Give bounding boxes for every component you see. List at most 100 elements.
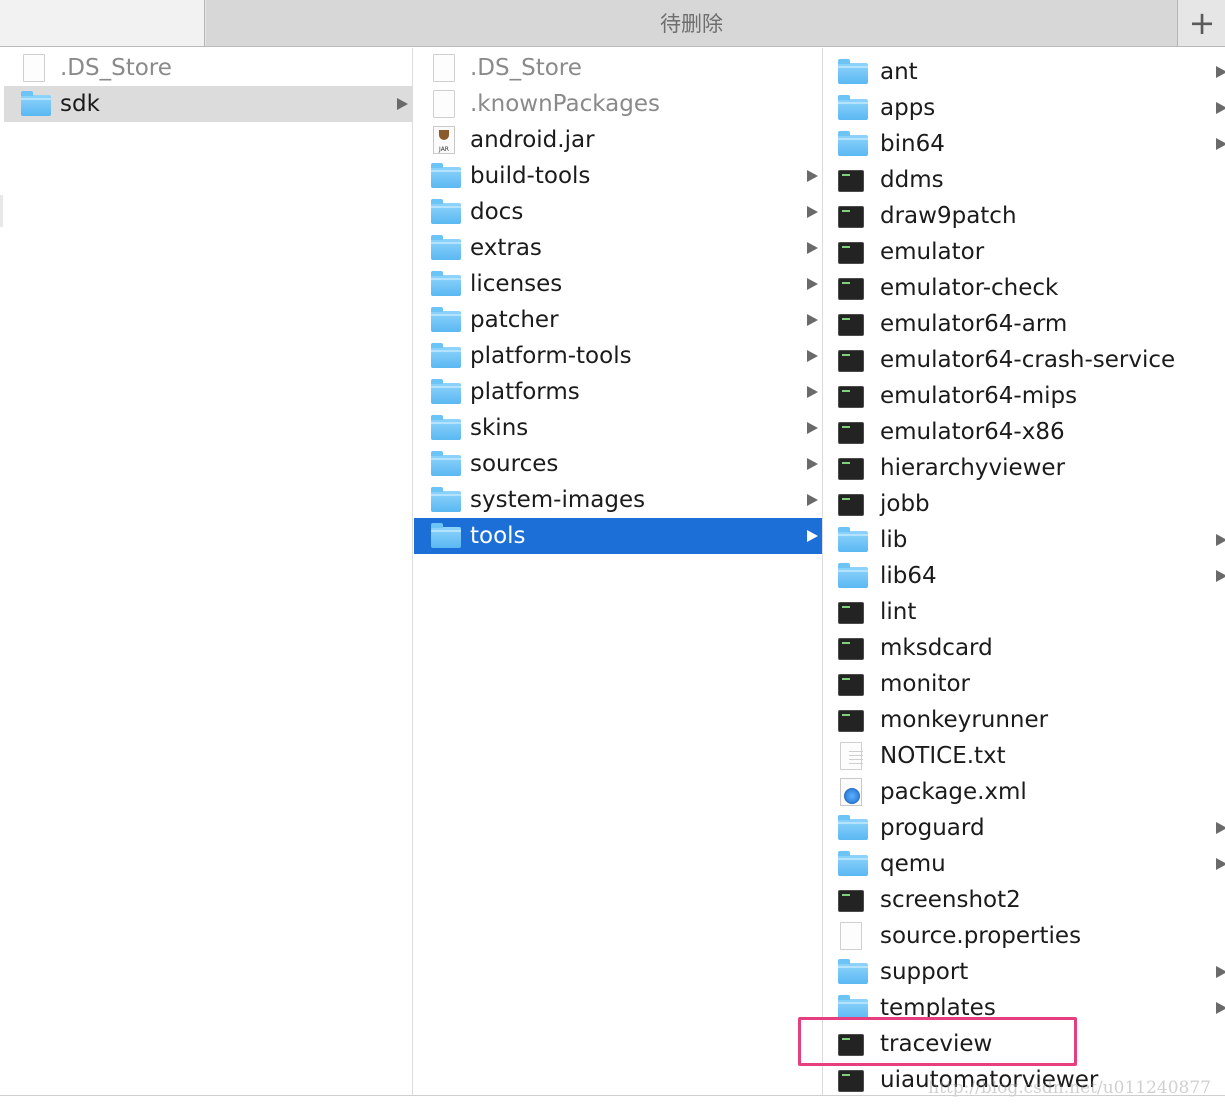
terminal-icon	[836, 490, 866, 518]
folder-row[interactable]: licenses	[414, 266, 822, 302]
file-row[interactable]: monkeyrunner	[824, 702, 1225, 738]
folder-row[interactable]: lib64	[824, 558, 1225, 594]
file-row[interactable]: JAR android.jar	[414, 122, 822, 158]
folder-row[interactable]: extras	[414, 230, 822, 266]
file-row[interactable]: draw9patch	[824, 198, 1225, 234]
item-name: support	[880, 959, 969, 985]
file-row[interactable]: emulator64-crash-service	[824, 342, 1225, 378]
item-name: source.properties	[880, 923, 1082, 949]
terminal-icon	[836, 418, 866, 446]
item-name: NOTICE.txt	[880, 743, 1006, 769]
item-name: .DS_Store	[60, 55, 172, 81]
file-row[interactable]: hierarchyviewer	[824, 450, 1225, 486]
item-name: monkeyrunner	[880, 707, 1049, 733]
tab-inactive[interactable]	[0, 0, 205, 46]
terminal-icon	[836, 670, 866, 698]
item-name: .DS_Store	[470, 55, 582, 81]
item-name: emulator64-x86	[880, 419, 1065, 445]
disclosure-arrow-icon	[807, 278, 818, 290]
folder-row[interactable]: apps	[824, 90, 1225, 126]
column-2[interactable]: .DS_Store .knownPackages JAR android.jar bui…	[414, 48, 823, 1095]
folder-row[interactable]: proguard	[824, 810, 1225, 846]
folder-row[interactable]: platforms	[414, 374, 822, 410]
tab-bar: 待删除 +	[0, 0, 1225, 47]
file-row[interactable]: emulator64-mips	[824, 378, 1225, 414]
document-icon	[429, 54, 459, 82]
terminal-icon	[836, 202, 866, 230]
file-row[interactable]: source.properties	[824, 918, 1225, 954]
folder-icon	[836, 562, 868, 590]
folder-row[interactable]: skins	[414, 410, 822, 446]
terminal-icon	[836, 274, 866, 302]
xml-file-icon	[836, 778, 866, 806]
file-row[interactable]: emulator	[824, 234, 1225, 270]
terminal-icon	[836, 598, 866, 626]
file-row[interactable]: emulator-check	[824, 270, 1225, 306]
file-row[interactable]: screenshot2	[824, 882, 1225, 918]
item-name: skins	[470, 415, 529, 441]
file-row[interactable]: mksdcard	[824, 630, 1225, 666]
folder-icon	[836, 130, 868, 158]
file-row[interactable]: monitor	[824, 666, 1225, 702]
folder-row[interactable]: ant	[824, 54, 1225, 90]
folder-row[interactable]: docs	[414, 194, 822, 230]
highlight-box	[798, 1017, 1077, 1066]
item-name: monitor	[880, 671, 970, 697]
item-name: emulator64-crash-service	[880, 347, 1176, 373]
window-edge	[0, 195, 3, 227]
folder-icon	[836, 526, 868, 554]
jar-file-icon: JAR	[429, 126, 459, 154]
file-row[interactable]: NOTICE.txt	[824, 738, 1225, 774]
folder-row[interactable]: lib	[824, 522, 1225, 558]
text-file-icon	[836, 742, 866, 770]
item-name: platforms	[470, 379, 580, 405]
folder-icon	[429, 450, 461, 478]
folder-row[interactable]: platform-tools	[414, 338, 822, 374]
folder-row[interactable]: support	[824, 954, 1225, 990]
folder-icon	[429, 414, 461, 442]
folder-row[interactable]: patcher	[414, 302, 822, 338]
file-row[interactable]: .DS_Store	[4, 50, 412, 86]
disclosure-arrow-icon	[1216, 138, 1225, 150]
disclosure-arrow-icon	[1216, 966, 1225, 978]
folder-icon	[429, 162, 461, 190]
file-row[interactable]: jobb	[824, 486, 1225, 522]
folder-row[interactable]: system-images	[414, 482, 822, 518]
folder-row[interactable]: tools	[414, 518, 822, 554]
folder-icon	[429, 522, 461, 550]
folder-icon	[429, 342, 461, 370]
disclosure-arrow-icon	[807, 494, 818, 506]
folder-row[interactable]: build-tools	[414, 158, 822, 194]
file-row[interactable]: emulator64-x86	[824, 414, 1225, 450]
item-name: system-images	[470, 487, 646, 513]
folder-icon	[836, 94, 868, 122]
disclosure-arrow-icon	[1216, 822, 1225, 834]
folder-icon	[429, 270, 461, 298]
file-row[interactable]: ddms	[824, 162, 1225, 198]
item-name: proguard	[880, 815, 985, 841]
tab-current[interactable]: 待删除	[206, 0, 1178, 46]
folder-row[interactable]: bin64	[824, 126, 1225, 162]
file-row[interactable]: emulator64-arm	[824, 306, 1225, 342]
folder-icon	[429, 198, 461, 226]
terminal-icon	[836, 310, 866, 338]
folder-row[interactable]: sdk	[4, 86, 412, 122]
folder-icon	[836, 958, 868, 986]
item-name: extras	[470, 235, 542, 261]
file-row[interactable]: package.xml	[824, 774, 1225, 810]
folder-icon	[429, 234, 461, 262]
file-row[interactable]: lint	[824, 594, 1225, 630]
file-row[interactable]: .DS_Store	[414, 50, 822, 86]
disclosure-arrow-icon	[397, 98, 408, 110]
terminal-icon	[836, 238, 866, 266]
column-1[interactable]: .DS_Storesdk	[4, 48, 413, 1095]
item-name: sources	[470, 451, 559, 477]
folder-row[interactable]: qemu	[824, 846, 1225, 882]
file-row[interactable]: .knownPackages	[414, 86, 822, 122]
folder-row[interactable]: sources	[414, 446, 822, 482]
item-name: emulator-check	[880, 275, 1059, 301]
column-3[interactable]: ant apps bin64 ddms draw9patch emulator emulat…	[824, 48, 1225, 1095]
item-name: docs	[470, 199, 524, 225]
add-tab-button[interactable]: +	[1179, 0, 1225, 46]
disclosure-arrow-icon	[807, 314, 818, 326]
